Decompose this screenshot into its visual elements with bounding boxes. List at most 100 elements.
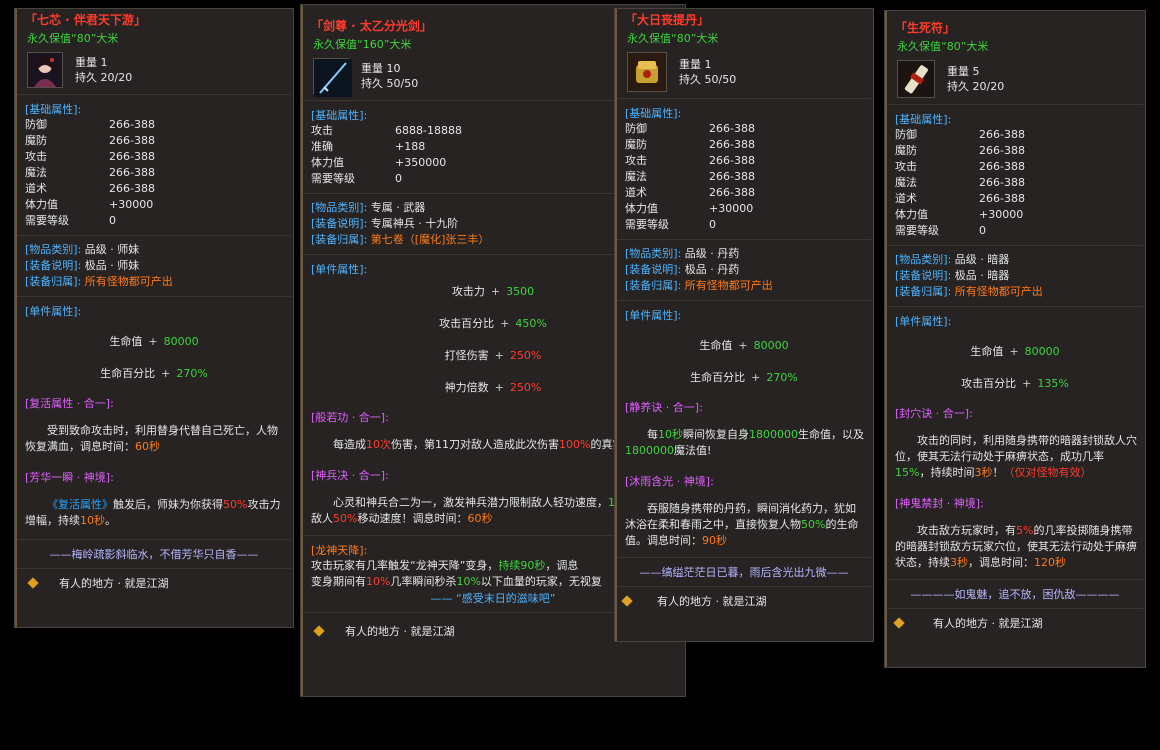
single-attr-label: [单件属性]: — [25, 305, 82, 318]
text-fragment: 266-388 — [709, 138, 755, 151]
skill-body: 受到致命攻击时，利用替身代替自己死亡，人物恢复满血，调息时间：60秒 — [25, 423, 285, 455]
attr-row: 攻击 266-388 — [25, 149, 293, 165]
text-fragment: （仅对怪物有效） — [1003, 466, 1092, 479]
skill-title: [芳华一瞬 · 神境]: — [25, 471, 114, 484]
text-fragment: + — [494, 380, 504, 394]
text-fragment: [物品类别]: — [311, 201, 368, 214]
text-fragment: 心灵和神兵合二为一，激发神兵潜力限制敌人轻功速度， — [333, 496, 608, 509]
text-fragment: 266-388 — [709, 170, 755, 183]
attr-row: 体力值 +30000 — [625, 201, 873, 217]
text-fragment: [装备归属]: — [25, 275, 82, 288]
text-fragment: 10秒 — [80, 514, 105, 527]
item-footer: 有人的地方 · 就是江湖 — [885, 615, 1145, 631]
attr-row: 道术 266-388 — [625, 185, 873, 201]
text-fragment: ，调息时间： — [968, 556, 1034, 569]
item-durable-value: 永久保值“80”大米 — [27, 32, 119, 45]
golden-pill-box-icon[interactable] — [627, 52, 667, 92]
text-fragment: [物品类别]: — [895, 253, 952, 266]
text-fragment: 需要等级 — [311, 172, 355, 185]
text-fragment: 攻击 — [25, 150, 47, 163]
item-tooltip-dari: 「大日丧提丹」 永久保值“80”大米 重量 1 持久 50/50 [基础属性]:… — [614, 8, 874, 642]
single-attr-hp: 生命值 +80000 — [615, 337, 873, 353]
text-fragment: 450% — [515, 316, 547, 330]
text-fragment: 体力值 — [25, 198, 58, 211]
text-fragment: 266-388 — [979, 176, 1025, 189]
text-fragment: 生命值 — [970, 345, 1004, 358]
text-fragment: 生命百分比 — [690, 371, 746, 384]
text-fragment: 需要等级 — [895, 224, 939, 237]
talisman-scroll-icon[interactable] — [897, 60, 935, 98]
text-fragment: 攻击力 — [451, 285, 485, 298]
base-attr-label: [基础属性]: — [625, 107, 682, 120]
text-fragment: 80000 — [163, 334, 199, 348]
text-fragment: 270% — [766, 370, 798, 384]
text-fragment: 专属 · 武器 — [370, 201, 426, 214]
item-tooltip-shengsifu: 「生死符」 永久保值“80”大米 重量 5 持久 20/20 [基础属性]: 防… — [884, 10, 1146, 668]
text-fragment: 0 — [395, 172, 402, 185]
divider — [887, 608, 1143, 609]
text-fragment: 0 — [709, 218, 716, 231]
skill-body: 每10秒瞬间恢复自身1800000生命值，以及1800000魔法值! — [625, 427, 865, 459]
text-fragment: + — [1009, 344, 1019, 358]
skill-body: 攻击的同时，利用随身携带的暗器封锁敌人穴位，使其无法行动处于麻痹状态，成功几率 1… — [895, 433, 1137, 481]
text-fragment: 极品 · 丹药 — [684, 263, 740, 276]
girl-portrait-icon[interactable] — [27, 52, 63, 88]
base-attr-label: [基础属性]: — [895, 113, 952, 126]
item-footer: 有人的地方 · 就是江湖 — [15, 575, 293, 591]
text-fragment: 90秒 — [702, 534, 727, 547]
text-fragment: 体力值 — [625, 202, 658, 215]
item-footer: 有人的地方 · 就是江湖 — [615, 593, 873, 609]
text-fragment: 体力值 — [895, 208, 928, 221]
text-fragment: 3500 — [506, 284, 535, 298]
text-fragment: 攻击敌方玩家时，有 — [917, 524, 1016, 537]
text-fragment: [装备说明]: — [895, 269, 952, 282]
item-title: 「生死符」 — [895, 21, 956, 35]
item-category: [物品类别]: 品级 · 师妹 — [25, 242, 293, 258]
text-fragment: 50% — [333, 512, 358, 525]
item-tooltip-qixin: 「七芯 · 伴君天下游」 永久保值“80”大米 重量 1 持久 20/20 [基… — [14, 8, 294, 628]
text-fragment: 需要等级 — [625, 218, 669, 231]
text-fragment: 生命值 — [109, 335, 143, 348]
text-fragment: [装备归属]: — [625, 279, 682, 292]
text-fragment: 触发后，师妹为你获得 — [113, 498, 223, 511]
text-fragment: 6888-18888 — [395, 124, 462, 137]
text-fragment: 1800000 — [625, 444, 674, 457]
text-fragment: 100% — [559, 438, 591, 451]
text-fragment: 第七卷（[魔化]张三丰） — [370, 233, 490, 246]
diamond-icon — [893, 617, 905, 629]
item-quote: ————如鬼魅，追不放，困仇敌———— — [910, 588, 1120, 601]
diamond-icon — [313, 625, 325, 637]
text-fragment: [装备说明]: — [625, 263, 682, 276]
skill-title: [神鬼禁封 · 神境]: — [895, 497, 984, 510]
attr-row: 攻击 266-388 — [625, 153, 873, 169]
item-weight: 重量 1 — [679, 58, 712, 71]
text-fragment: 生命值 — [699, 339, 733, 352]
text-fragment: 250% — [509, 380, 542, 394]
text-fragment: 品级 · 丹药 — [684, 247, 740, 260]
text-fragment: 魔防 — [625, 138, 647, 151]
attr-row: 需要等级 0 — [895, 223, 1145, 239]
base-attr-label: [基础属性]: — [25, 103, 82, 116]
text-fragment: + — [490, 284, 501, 298]
item-durable-value: 永久保值“80”大米 — [627, 32, 719, 45]
text-fragment: 所有怪物都可产出 — [954, 285, 1043, 298]
text-fragment: 品级 · 暗器 — [954, 253, 1010, 266]
divider — [887, 579, 1143, 580]
text-fragment: +350000 — [395, 156, 447, 169]
single-attr-hp: 生命值 +80000 — [885, 343, 1145, 359]
text-fragment: 攻击的同时，利用随身携带的暗器封锁敌人穴位，使其无法行动处于麻痹状态，成功几率 — [895, 434, 1137, 463]
text-fragment: 266-388 — [109, 150, 155, 163]
panel-edge — [301, 5, 303, 696]
item-durable-value: 永久保值“80”大米 — [897, 40, 989, 53]
text-fragment: 伤害，第11刀对敌人造成此次伤害 — [391, 438, 559, 451]
text-fragment: 50% — [801, 518, 826, 531]
text-fragment: 266-388 — [109, 118, 155, 131]
attr-row: 魔防 266-388 — [895, 143, 1145, 159]
text-fragment: 80000 — [753, 338, 789, 352]
sword-icon[interactable] — [313, 58, 352, 97]
item-durability: 持久 20/20 — [75, 71, 133, 84]
single-attr-atk-percent: 攻击百分比 +135% — [885, 375, 1145, 391]
text-fragment: ！ — [992, 466, 1004, 479]
skill-body: 攻击敌方玩家时，有5%的几率投掷随身携带的暗器封锁敌方玩家穴位，使其无法行动处于… — [895, 523, 1137, 571]
text-fragment: 135% — [1037, 376, 1069, 390]
